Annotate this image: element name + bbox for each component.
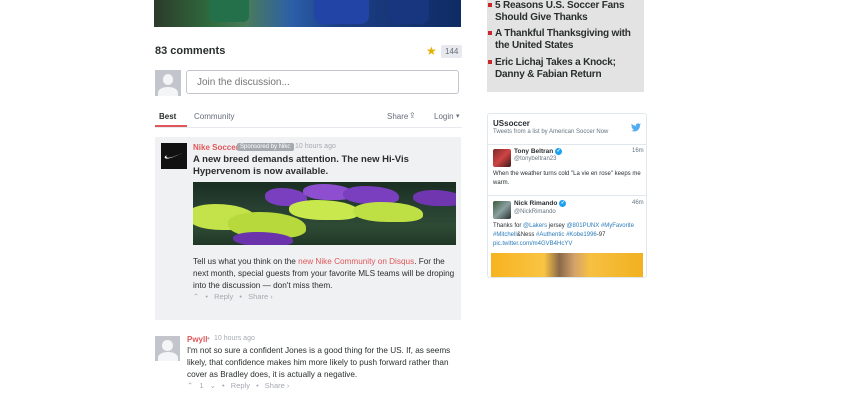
comment-timestamp[interactable]: 10 hours ago [214, 335, 255, 342]
tweet-photo[interactable] [491, 253, 643, 277]
tweet-text-fragment: Thanks for [493, 223, 524, 229]
separator-dot: • [222, 381, 225, 390]
twitter-bird-icon[interactable] [631, 119, 641, 137]
related-article-item[interactable]: A Thankful Thanksgiving with the United … [488, 28, 640, 51]
related-articles: 5 Reasons U.S. Soccer Fans Should Give T… [487, 0, 644, 92]
mention-link[interactable]: @801PUNX [566, 223, 599, 229]
related-article-link[interactable]: 5 Reasons U.S. Soccer Fans Should Give T… [495, 0, 625, 23]
sponsored-comment: Nike Soccer Sponsored by Nike • 10 hours… [155, 137, 461, 320]
tweet-divider [488, 144, 646, 145]
nike-logo-icon[interactable] [161, 143, 187, 169]
comment-timestamp[interactable]: 10 hours ago [295, 143, 336, 150]
share-comment-button[interactable]: Share › [265, 381, 290, 390]
upvote-icon[interactable]: ⌃ [187, 381, 193, 390]
reply-button[interactable]: Reply [231, 381, 250, 390]
tweet-text-fragment: jersey [547, 223, 567, 229]
hashtag-link[interactable]: #MyFavorite [601, 223, 634, 229]
login-dropdown[interactable]: Login [434, 112, 454, 121]
comment-author[interactable]: Nike Soccer [193, 143, 239, 152]
hashtag-link[interactable]: #Authentic [536, 232, 564, 238]
reply-button[interactable]: Reply [214, 292, 233, 301]
article-hero-image [154, 0, 461, 27]
comment-author[interactable]: Pwyll [187, 335, 207, 344]
separator-dot: • [205, 292, 209, 301]
separator-dot: • [288, 142, 291, 151]
twitter-widget: USsoccer Tweets from a list by American … [487, 113, 647, 278]
tab-community[interactable]: Community [194, 112, 234, 121]
share-icon[interactable]: ⇪ [409, 111, 416, 120]
related-article-link[interactable]: Eric Lichaj Takes a Knock; Danny & Fabia… [495, 57, 616, 80]
related-article-item[interactable]: 5 Reasons U.S. Soccer Fans Should Give T… [488, 0, 635, 23]
tweet-divider [488, 195, 646, 196]
tweet-author-name[interactable]: Nick Rimando ✓ [514, 200, 567, 207]
tweet-author-name-text[interactable]: Nick Rimando [514, 200, 557, 207]
share-button[interactable]: Share [387, 112, 408, 121]
tweet-time[interactable]: 16m [632, 148, 644, 154]
twitter-list-subtitle: Tweets from a list by American Soccer No… [493, 129, 609, 135]
sponsored-image[interactable] [193, 182, 456, 245]
tweet-line: pic.twitter.com/m4GVB4HcYV [493, 240, 643, 249]
tab-best[interactable]: Best [159, 112, 176, 121]
verified-icon: ✓ [555, 148, 563, 155]
tweet-line: Thanks for @Lakers jersey @801PUNX #MyFa… [493, 222, 643, 231]
collapse-icon[interactable]: ⌃ [193, 292, 199, 301]
tweet-author-name[interactable]: Tony Beltran ✓ [514, 148, 563, 155]
user-avatar [155, 70, 181, 96]
comment-tabs: Best Community Share ⇪ Login ▾ [155, 111, 462, 127]
bullet-icon [488, 31, 492, 35]
chevron-down-icon[interactable]: ▾ [456, 112, 460, 120]
downvote-icon[interactable]: ⌄ [210, 381, 216, 390]
share-comment-button[interactable]: Share › [248, 292, 273, 301]
comment-actions: ⌃ • Reply • Share › [193, 292, 277, 301]
tweet-text: Thanks for @Lakers jersey @801PUNX #MyFa… [493, 222, 643, 249]
mention-link[interactable]: @Lakers [523, 223, 547, 229]
tweet-handle[interactable]: @tonybeltran23 [514, 156, 556, 162]
tweet-author-name-text[interactable]: Tony Beltran [514, 148, 553, 155]
sponsored-headline: A new breed demands attention. The new H… [193, 154, 409, 177]
tweet-text: When the weather turns cold "La vie en r… [493, 171, 641, 186]
tweet-line: #Mitchell&Ness #Authentic #Kobe1996-97 [493, 231, 643, 240]
separator-dot: • [207, 334, 210, 343]
favorite-count: 144 [441, 45, 463, 58]
sponsored-badge: Sponsored by Nike [237, 143, 294, 151]
tweet-avatar[interactable] [493, 201, 511, 219]
separator-dot: • [239, 292, 243, 301]
star-icon[interactable]: ★ [426, 44, 437, 58]
comment-actions: ⌃ 1 ⌄ • Reply • Share › [187, 381, 293, 390]
commenter-avatar[interactable] [155, 336, 180, 361]
tweet-handle[interactable]: @NickRimando [514, 209, 556, 215]
vote-count: 1 [199, 381, 204, 390]
pic-link[interactable]: pic.twitter.com/m4GVB4HcYV [493, 241, 572, 247]
tweet-text-fragment: -97 [596, 232, 606, 238]
hashtag-link[interactable]: #Kobe1996 [566, 232, 597, 238]
nike-community-link[interactable]: new Nike Community on Disqus [298, 257, 414, 266]
bullet-icon [488, 3, 492, 7]
tabs-divider [155, 127, 462, 128]
related-article-item[interactable]: Eric Lichaj Takes a Knock; Danny & Fabia… [488, 57, 635, 80]
comment-body: I'm not so sure a confident Jones is a g… [187, 346, 451, 379]
twitter-list-title[interactable]: USsoccer [493, 119, 530, 128]
bullet-icon [488, 60, 492, 64]
sponsored-body-text: Tell us what you think on the [193, 257, 299, 266]
separator-dot: • [256, 381, 259, 390]
verified-icon: ✓ [559, 200, 567, 207]
comment-input-box[interactable] [186, 70, 459, 94]
related-article-link[interactable]: A Thankful Thanksgiving with the United … [495, 28, 631, 51]
join-discussion-input[interactable] [195, 75, 450, 89]
sponsored-body: Tell us what you think on the new Nike C… [193, 256, 458, 292]
tweet-text-fragment: &Ness [516, 232, 537, 238]
tweet-avatar[interactable] [493, 149, 511, 167]
tweet-time[interactable]: 46m [632, 200, 644, 206]
comment-count: 83 comments [155, 45, 226, 57]
hashtag-link[interactable]: #Mitchell [493, 232, 517, 238]
